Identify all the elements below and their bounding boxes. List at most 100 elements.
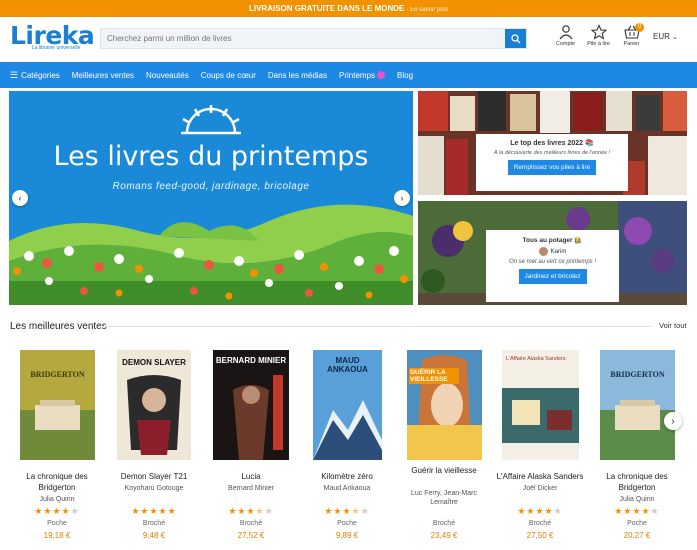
book-price: 20,27 € [623, 531, 651, 540]
book-cover-text: BRIDGERTON [610, 370, 665, 379]
book-cover-text: DEMON SLAYER [122, 358, 186, 367]
see-all-link[interactable]: Voir tout [659, 321, 687, 330]
flower-icon [377, 71, 386, 79]
book-title[interactable]: Kilomètre zéro [302, 471, 392, 482]
account-button[interactable]: Compte [549, 24, 582, 47]
promo-garden-author: Karim [550, 248, 567, 255]
book-price: 27,50 € [526, 531, 554, 540]
book-cover-text: BRIDGERTON [30, 370, 85, 379]
book-author: Koyoharu Gotouge [124, 485, 184, 492]
nav-blog[interactable]: Blog [397, 71, 413, 80]
promo-garden-button[interactable]: Jardinez et bricolez [518, 269, 587, 284]
book-author: Bernard Minier [228, 485, 274, 492]
nav-spring[interactable]: Printemps [339, 71, 386, 80]
book-title[interactable]: La chronique des Bridgerton [12, 471, 102, 493]
hero-banner[interactable]: Les livres du printemps Romans feed-good… [9, 91, 413, 305]
cart-button[interactable]: 0 Panier [615, 23, 648, 47]
promo-top-books-card: Le top des livres 2022 📚 À la découverte… [476, 134, 628, 191]
rating-stars: ★★★★★ [517, 506, 563, 516]
book-price: 9,48 € [142, 531, 166, 540]
book-format: Poche [47, 520, 67, 527]
promo-banner-link[interactable]: - En savoir plus [407, 7, 448, 13]
book-format: Broché [528, 520, 552, 527]
book-cover-art [407, 350, 482, 460]
book-format: Broché [432, 520, 456, 527]
book-cover-art [213, 350, 289, 460]
search-bar [100, 28, 527, 49]
reading-pile-label: Pile à lire [587, 41, 610, 47]
book-format: Broché [142, 520, 166, 527]
promo-top-books[interactable]: Le top des livres 2022 📚 À la découverte… [418, 91, 687, 195]
book-cover[interactable]: BRIDGERTON [20, 350, 95, 460]
book-cover[interactable]: L'Affaire Alaska Sanders [502, 350, 579, 460]
book-author: Julia Quinn [39, 496, 75, 503]
header-icons: Compte Pile à lire 0 Panier [549, 23, 648, 47]
hero-next-button[interactable]: › [394, 190, 410, 206]
user-icon [559, 25, 572, 40]
book-cover-text: MAUD ANKAOUA [327, 356, 368, 374]
book-author: Julia Quinn [619, 496, 655, 503]
promo-garden[interactable]: Tous au potager 👩‍🌾 Karim On se met au v… [418, 201, 687, 305]
book-title[interactable]: La chronique des Bridgerton [592, 471, 682, 493]
reading-pile-button[interactable]: Pile à lire [582, 24, 615, 47]
book-cover-text: GUÉRIR LA VIEILLESSE [409, 368, 459, 384]
chevron-left-icon: ‹ [18, 193, 22, 203]
nav-categories-label: Catégories [21, 70, 60, 80]
book-cover-art [20, 350, 95, 460]
book-author: Luc Ferry, Jean-Marc Lemaître [411, 490, 477, 506]
account-label: Compte [555, 41, 576, 47]
book-title[interactable]: L'Affaire Alaska Sanders [495, 471, 585, 482]
logo[interactable]: Lireka La librairie universelle [10, 21, 95, 51]
book-author: Maud Ankaoua [323, 485, 371, 492]
carousel-next-button[interactable]: › [664, 412, 682, 430]
rating-stars: ★★★★★ [228, 506, 274, 516]
book-cover[interactable]: BERNARD MINIER [213, 350, 289, 460]
book-cover-art [600, 350, 675, 460]
search-button[interactable] [505, 29, 526, 48]
book-cover[interactable]: DEMON SLAYER [117, 350, 191, 460]
promo-top-books-text: À la découverte des meilleurs livres de … [493, 150, 611, 156]
nav-categories[interactable]: ☰ Catégories [10, 70, 60, 81]
book-cover[interactable]: MAUD ANKAOUA [313, 350, 382, 460]
promo-garden-text: On se met au vert ce printemps ! [508, 259, 597, 265]
cart-label: Panier [623, 41, 640, 47]
promo-top-books-button[interactable]: Remplissez vos piles à lire [507, 160, 597, 175]
book-price: 23,49 € [430, 531, 458, 540]
book-title[interactable]: Lucia [206, 471, 296, 482]
rating-stars: ★★★★★ [131, 506, 177, 516]
chevron-right-icon: › [400, 193, 404, 203]
nav-media[interactable]: Dans les médias [268, 71, 327, 80]
book-cover-art [502, 350, 579, 460]
section-divider [104, 326, 651, 327]
currency-value: EUR [653, 32, 670, 41]
book-format: Poche [337, 520, 357, 527]
hero-illustration [9, 105, 413, 305]
search-input[interactable] [101, 29, 505, 48]
promo-banner[interactable]: LIVRAISON GRATUITE DANS LE MONDE - En sa… [0, 0, 697, 17]
chevron-down-icon: ⌄ [672, 34, 678, 41]
hero-subtitle: Romans feed-good, jardinage, bricolage [112, 181, 310, 192]
book-price: 27,52 € [237, 531, 265, 540]
book-author: Joël Dicker [522, 485, 558, 492]
currency-selector[interactable]: EUR ⌄ [653, 32, 678, 41]
book-cover[interactable]: BRIDGERTON [600, 350, 675, 460]
nav-best-sellers[interactable]: Meilleures ventes [72, 71, 134, 80]
promo-garden-title: Tous au potager 👩‍🌾 [522, 237, 583, 244]
book-price: 19,18 € [43, 531, 71, 540]
nav-favorites[interactable]: Coups de cœur [201, 71, 256, 80]
hero-prev-button[interactable]: ‹ [12, 190, 28, 206]
book-price: 9,89 € [335, 531, 359, 540]
header: Lireka La librairie universelle Compte P… [0, 17, 697, 59]
book-title[interactable]: Guérir la vieillesse [399, 465, 489, 476]
book-format: Poche [627, 520, 647, 527]
main-nav: ☰ Catégories Meilleures ventes Nouveautés… [0, 62, 697, 88]
promo-top-books-title: Le top des livres 2022 📚 [510, 140, 594, 147]
rating-stars: ★★★★★ [34, 506, 80, 516]
menu-icon: ☰ [10, 69, 19, 80]
nav-new-releases[interactable]: Nouveautés [146, 71, 189, 80]
book-cover[interactable]: GUÉRIR LA VIEILLESSE [407, 350, 482, 460]
logo-brand: Lireka [10, 21, 95, 50]
cart-badge: 0 [635, 23, 644, 32]
book-format: Broché [239, 520, 263, 527]
book-title[interactable]: Demon Slayer T21 [109, 471, 199, 482]
